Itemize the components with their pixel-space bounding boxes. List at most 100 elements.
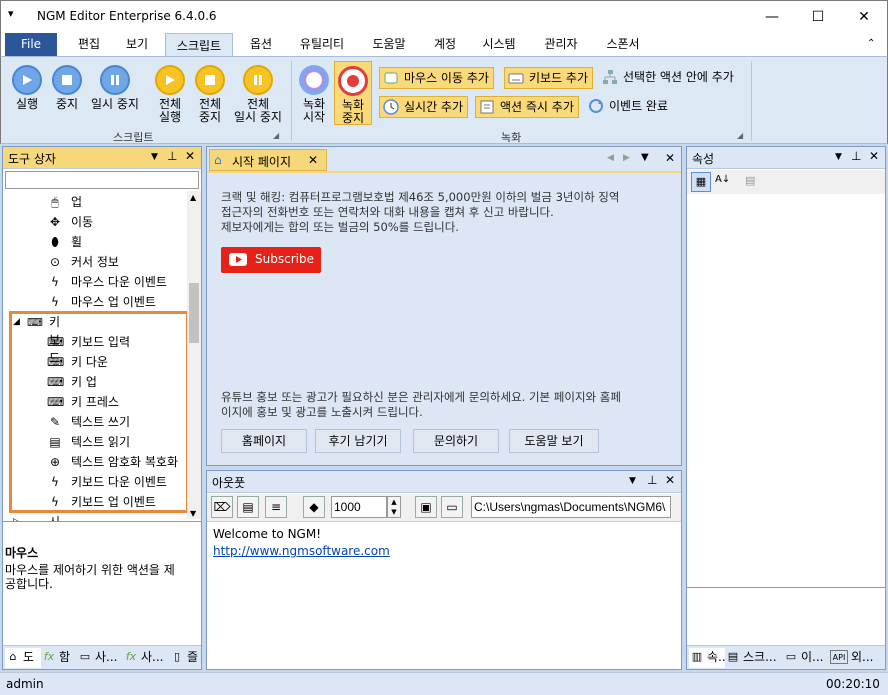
output-title: 아웃풋 xyxy=(212,476,246,490)
close-tab-icon[interactable]: ✕ xyxy=(308,153,318,167)
folder-icon: ▭ xyxy=(79,650,91,663)
keyboard-icon xyxy=(508,70,524,86)
close-icon[interactable]: ✕ xyxy=(869,149,879,163)
output-url-link[interactable]: http://www.ngmsoftware.com xyxy=(213,544,390,558)
splitter[interactable] xyxy=(3,521,201,522)
minimize-button[interactable]: — xyxy=(749,1,795,33)
toolbox-scrollbar[interactable]: ▲ ▼ xyxy=(187,191,201,519)
eraser-icon[interactable]: ◆ xyxy=(303,496,325,518)
collapse-ribbon-icon[interactable]: ⌃ xyxy=(867,38,875,49)
scrollbar-thumb[interactable] xyxy=(189,283,199,343)
add-after-selected-button[interactable]: 선택한 액션 안에 추가 xyxy=(599,67,738,89)
tab-images[interactable]: ▭ 이... xyxy=(783,648,827,668)
tab-options[interactable]: 옵션 xyxy=(241,32,281,56)
wheel-icon: ⬮ xyxy=(51,235,59,249)
property-pages-icon[interactable]: ▤ xyxy=(745,174,755,187)
tab-edit[interactable]: 편집 xyxy=(69,32,109,56)
app-version: Enterprise 6.4.0.6 xyxy=(109,9,217,23)
record-start-button[interactable]: 녹화 시작 xyxy=(297,65,331,124)
notice-line2: 접근자의 전화번호 또는 연락처와 대화 내용을 캡쳐 후 신고 바랍니다. xyxy=(221,205,554,219)
action-add-icon xyxy=(479,99,495,115)
splitter[interactable] xyxy=(687,587,885,588)
toolbox-search-input[interactable] xyxy=(5,171,199,189)
event-complete-button[interactable]: 이벤트 완료 xyxy=(585,96,672,118)
tab-user-2[interactable]: fx 사... xyxy=(123,648,167,668)
record-icon xyxy=(338,66,368,96)
dialog-launcher-icon[interactable]: ◢ xyxy=(737,131,743,140)
dropdown-icon[interactable]: ▼ xyxy=(835,152,842,162)
tab-favorites[interactable]: ▯ 즐 xyxy=(169,648,201,668)
toolbox-header: 도구 상자 ▼ ⊥ ✕ xyxy=(3,147,201,169)
close-button[interactable]: ✕ xyxy=(841,1,887,33)
tab-script[interactable]: 스크립트 xyxy=(165,33,233,57)
tab-external[interactable]: API 외... xyxy=(829,648,885,668)
pause-button[interactable]: 일시 중지 xyxy=(87,65,143,111)
stop-button[interactable]: 중지 xyxy=(49,65,85,111)
wrap-icon[interactable]: ≡ xyxy=(265,496,287,518)
add-action-now-button[interactable]: 액션 즉시 추가 xyxy=(475,96,579,118)
tab-account[interactable]: 계정 xyxy=(425,32,465,56)
tab-file[interactable]: File xyxy=(5,33,57,56)
scroll-up-icon[interactable]: ▲ xyxy=(190,193,196,202)
bolt-icon: ϟ xyxy=(51,295,59,309)
maximize-button[interactable]: ☐ xyxy=(795,1,841,33)
tab-admin[interactable]: 관리자 xyxy=(535,32,587,56)
tab-user-1[interactable]: ▭ 사... xyxy=(77,648,121,668)
add-keyboard-button[interactable]: 키보드 추가 xyxy=(504,67,594,89)
run-button[interactable]: 실행 xyxy=(9,65,45,111)
review-button[interactable]: 후기 남기기 xyxy=(315,429,401,453)
properties-bottom-tabs: ▥속... ▤스크... ▭이... API외... xyxy=(687,645,885,669)
record-stop-button[interactable]: 녹화 중지 xyxy=(334,61,372,125)
tab-view[interactable]: 보기 xyxy=(117,32,157,56)
tab-help[interactable]: 도움말 xyxy=(363,32,415,56)
start-page-content: 크랙 및 해킹: 컴퓨터프로그램보호법 제46조 5,000만원 이하의 벌금 … xyxy=(207,171,681,465)
save-icon[interactable]: ▣ xyxy=(415,496,437,518)
sort-alpha-icon[interactable]: A↓ xyxy=(715,174,730,185)
homepage-button[interactable]: 홈페이지 xyxy=(221,429,307,453)
tab-properties[interactable]: ▥속... xyxy=(689,648,725,668)
stop-all-button[interactable]: 전체 중지 xyxy=(191,65,229,124)
interval-input[interactable] xyxy=(331,496,387,518)
collapse-icon: ▷ xyxy=(13,513,20,521)
dialog-launcher-icon[interactable]: ◢ xyxy=(273,131,279,140)
scroll-right-icon[interactable]: ▶ xyxy=(623,153,630,163)
pin-icon[interactable]: ⊥ xyxy=(167,149,177,163)
scroll-left-icon[interactable]: ◀ xyxy=(607,153,614,163)
pause-all-button[interactable]: 전체 일시 중지 xyxy=(229,65,287,124)
run-all-button[interactable]: 전체 실행 xyxy=(151,65,189,124)
tab-functions[interactable]: fx 함 xyxy=(41,648,75,668)
tab-toolbox[interactable]: ⌂ 도 xyxy=(5,648,41,668)
pin-icon[interactable]: ⊥ xyxy=(851,149,861,163)
log-path-input[interactable] xyxy=(471,496,671,518)
quick-access-icon[interactable]: ▾ xyxy=(8,7,14,20)
categorized-icon[interactable]: ▦ xyxy=(691,172,711,192)
dropdown-icon[interactable]: ▼ xyxy=(151,152,158,162)
dropdown-icon[interactable]: ▼ xyxy=(641,152,649,163)
help-button[interactable]: 도움말 보기 xyxy=(509,429,599,453)
tab-system[interactable]: 시스템 xyxy=(473,32,525,56)
interval-stepper[interactable]: ▲ ▼ xyxy=(387,496,401,518)
folder-open-icon[interactable]: ▭ xyxy=(441,496,463,518)
add-mouse-move-button[interactable]: 마우스 이동 추가 xyxy=(379,67,494,89)
subscribe-button[interactable]: Subscribe xyxy=(221,247,321,273)
tab-start-page[interactable]: ⌂ 시작 페이지 ✕ xyxy=(209,149,327,171)
add-realtime-button[interactable]: 실시간 추가 xyxy=(379,96,469,118)
group-label-script: 스크립트 xyxy=(113,131,154,144)
dropdown-icon[interactable]: ▼ xyxy=(629,476,636,486)
status-bar: admin 00:20:10 xyxy=(0,672,888,695)
broom-icon[interactable]: ⌦ xyxy=(211,496,233,518)
save-log-icon[interactable]: ▤ xyxy=(237,496,259,518)
tab-utility[interactable]: 유틸리티 xyxy=(291,32,353,56)
close-icon[interactable]: ✕ xyxy=(665,151,675,165)
scroll-down-icon[interactable]: ▼ xyxy=(190,509,196,518)
close-icon[interactable]: ✕ xyxy=(665,473,675,487)
pin-icon[interactable]: ⊥ xyxy=(647,473,657,487)
tab-sponsor[interactable]: 스폰서 xyxy=(597,32,649,56)
tab-scripts[interactable]: ▤ 스크... xyxy=(725,648,781,668)
close-icon[interactable]: ✕ xyxy=(185,149,195,163)
description-text-line2: 공합니다. xyxy=(5,577,53,591)
home-icon: ⌂ xyxy=(9,650,17,663)
contact-button[interactable]: 문의하기 xyxy=(413,429,499,453)
properties-panel: 속성 ▼ ⊥ ✕ ▦ A↓ ▤ ▥속... ▤스크... ▭이... API외.… xyxy=(686,146,886,670)
properties-toolbar: ▦ A↓ ▤ xyxy=(687,170,885,194)
